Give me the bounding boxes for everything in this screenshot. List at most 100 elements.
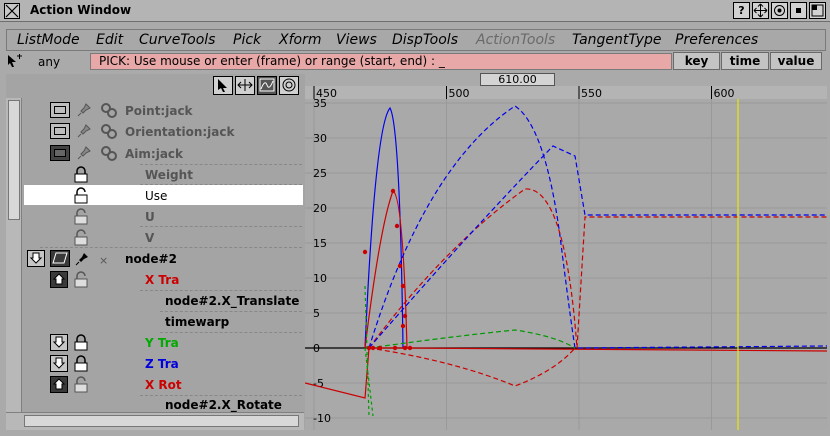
time-ruler xyxy=(305,86,827,99)
window-close-icon[interactable] xyxy=(4,3,20,19)
keyframe-point[interactable] xyxy=(377,345,383,351)
keyframe-point[interactable] xyxy=(394,223,400,229)
menu-curvetools[interactable]: CurveTools xyxy=(139,32,215,48)
node-type-button[interactable] xyxy=(50,250,70,267)
channel-label[interactable]: Y Tra xyxy=(145,336,179,350)
gear-icon[interactable] xyxy=(100,145,118,161)
zoom-button[interactable] xyxy=(279,76,299,95)
move-button[interactable] xyxy=(752,2,769,19)
constraint-label[interactable]: Aim:jack xyxy=(125,147,183,161)
arrow-down-icon xyxy=(29,252,43,264)
param-label[interactable]: Weight xyxy=(145,168,193,182)
pick-cursor-icon[interactable] xyxy=(6,53,24,69)
channel-label[interactable]: Z Tra xyxy=(145,357,179,371)
menu-disptools[interactable]: DispTools xyxy=(392,32,458,48)
row-divider xyxy=(140,395,302,396)
unlock-icon[interactable] xyxy=(74,208,88,225)
menu-tangenttype[interactable]: TangentType xyxy=(572,32,662,48)
expand-up-button[interactable] xyxy=(50,376,68,393)
keyframe-point[interactable] xyxy=(402,313,408,319)
x-tick-label: 550 xyxy=(581,87,602,100)
value-button[interactable]: value xyxy=(770,52,822,70)
minimize-button[interactable] xyxy=(790,2,807,19)
gear-icon[interactable] xyxy=(100,102,118,118)
collapse-button[interactable] xyxy=(27,250,45,267)
keyframe-point[interactable] xyxy=(392,345,398,351)
param-label[interactable]: Use xyxy=(145,189,167,203)
channel-label[interactable]: X Rot xyxy=(145,378,182,392)
current-time-readout[interactable]: 610.00 xyxy=(480,73,555,86)
keyframe-point[interactable] xyxy=(362,249,368,255)
y-tick-label: -5 xyxy=(313,377,324,390)
menu-actiontools[interactable]: ActionTools xyxy=(476,32,555,48)
keyframe-point[interactable] xyxy=(407,345,413,351)
zoom-icon xyxy=(282,78,296,92)
move-icon xyxy=(753,3,768,18)
param-label[interactable]: V xyxy=(145,231,154,245)
keyframe-point[interactable] xyxy=(390,188,396,194)
maximize-button[interactable] xyxy=(809,2,826,19)
select-tool-button[interactable] xyxy=(213,76,233,95)
constraint-label[interactable]: Orientation:jack xyxy=(125,125,235,139)
y-tick-label: 25 xyxy=(313,167,327,180)
constraint-label[interactable]: Point:jack xyxy=(125,104,193,118)
lock-icon[interactable] xyxy=(74,355,88,372)
collapse-button[interactable] xyxy=(50,355,68,372)
channel-label[interactable]: timewarp xyxy=(165,315,229,329)
key-button[interactable]: key xyxy=(673,52,720,70)
menu-xform[interactable]: Xform xyxy=(279,32,321,48)
curve-view-button[interactable] xyxy=(257,76,277,95)
arrow-down-icon xyxy=(52,336,66,348)
menu-listmode[interactable]: ListMode xyxy=(17,32,80,48)
pin-icon[interactable] xyxy=(76,123,92,139)
unlock-icon[interactable] xyxy=(74,271,88,288)
pick-mode-label[interactable]: any xyxy=(38,55,60,69)
range-tool-button[interactable] xyxy=(235,76,255,95)
param-label[interactable]: U xyxy=(145,210,155,224)
x-tick-label: 600 xyxy=(714,87,735,100)
stow-button[interactable] xyxy=(771,2,788,19)
pin-icon[interactable] xyxy=(76,145,92,161)
menu-edit[interactable]: Edit xyxy=(96,32,123,48)
keyframe-point[interactable] xyxy=(366,345,372,351)
constraint-toggle[interactable] xyxy=(50,123,70,139)
menu-pick[interactable]: Pick xyxy=(233,32,261,48)
lock-icon[interactable] xyxy=(74,334,88,351)
time-button[interactable]: time xyxy=(721,52,769,70)
stow-icon xyxy=(774,5,785,16)
arrow-up-icon xyxy=(52,378,66,390)
vertical-scrollbar-thumb[interactable] xyxy=(8,100,20,220)
curve-graph[interactable]: 450500550600650700750800 35302520151050-… xyxy=(305,86,827,430)
horizontal-scrollbar-thumb[interactable] xyxy=(24,415,299,427)
unlock-icon[interactable] xyxy=(74,376,88,393)
constraint-toggle[interactable] xyxy=(50,145,70,161)
keyframe-point[interactable] xyxy=(397,263,403,269)
unlock-icon[interactable] xyxy=(74,229,88,246)
menu-preferences[interactable]: Preferences xyxy=(675,32,758,48)
y-tick-label: 0 xyxy=(313,342,320,355)
y-tick-label: -10 xyxy=(313,412,331,425)
keyframe-point[interactable] xyxy=(400,323,406,329)
gear-icon[interactable] xyxy=(100,123,118,139)
keyframe-point[interactable] xyxy=(400,283,406,289)
help-button[interactable]: ? xyxy=(733,2,750,19)
unlock-icon[interactable] xyxy=(74,187,88,204)
pin-icon[interactable] xyxy=(74,251,90,267)
collapse-button[interactable] xyxy=(50,334,68,351)
channel-label[interactable]: node#2.X_Translate xyxy=(165,294,299,308)
window-title: Action Window xyxy=(30,3,132,17)
constraint-toggle[interactable] xyxy=(50,102,70,118)
keyframe-point[interactable] xyxy=(402,345,408,351)
pin-icon[interactable] xyxy=(76,102,92,118)
x-tick-label: 500 xyxy=(449,87,470,100)
menu-views[interactable]: Views xyxy=(336,32,377,48)
pick-prompt-field[interactable]: PICK: Use mouse or enter (frame) or rang… xyxy=(90,53,672,70)
node-label[interactable]: node#2 xyxy=(125,252,177,266)
expand-up-button[interactable] xyxy=(50,271,68,288)
channel-label[interactable]: X Tra xyxy=(145,273,179,287)
keyframe-point[interactable] xyxy=(370,345,376,351)
lock-icon[interactable] xyxy=(74,166,88,183)
row-divider xyxy=(40,247,302,248)
curve-icon xyxy=(259,78,275,92)
channel-label[interactable]: node#2.X_Rotate xyxy=(165,398,282,412)
